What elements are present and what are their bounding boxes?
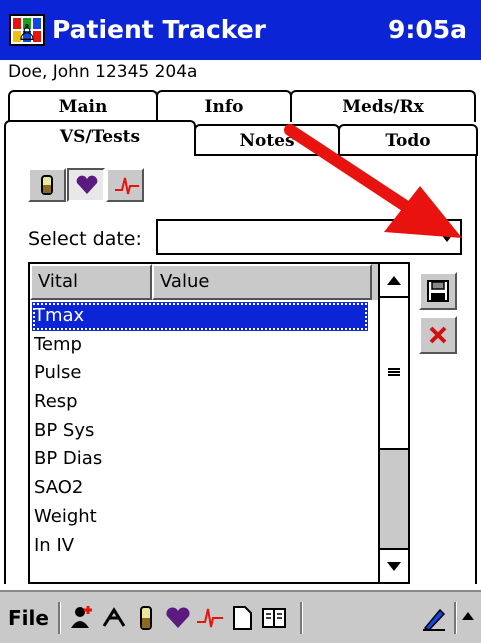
vitals-list: Tmax Temp Pulse Resp BP Sys BP Dias SAO2… <box>30 302 376 560</box>
app-logo-icon[interactable]: ♙ <box>9 12 45 48</box>
select-date-label: Select date: <box>28 228 142 250</box>
date-dropdown[interactable] <box>156 219 462 255</box>
command-bar: File <box>0 590 481 643</box>
table-row[interactable]: BP Dias <box>30 445 376 474</box>
test-tube-icon[interactable] <box>132 604 160 632</box>
tab-notes[interactable]: Notes <box>194 124 340 156</box>
arrow-down-icon <box>387 562 401 571</box>
table-row[interactable]: Weight <box>30 503 376 532</box>
vitals-category-button[interactable] <box>67 168 105 202</box>
tab-label: Main <box>58 97 108 117</box>
delete-button[interactable] <box>419 316 457 354</box>
table-row[interactable]: BP Sys <box>30 417 376 446</box>
heart-icon <box>76 175 98 194</box>
table-row[interactable]: Resp <box>30 388 376 417</box>
separator <box>58 602 61 634</box>
scroll-down-button[interactable] <box>380 548 408 582</box>
separator <box>300 602 303 634</box>
ekg-category-button[interactable] <box>106 168 144 202</box>
dropdown-arrow-icon[interactable] <box>440 233 454 242</box>
add-patient-icon[interactable] <box>68 604 96 632</box>
column-header-vital[interactable]: Vital <box>30 264 152 300</box>
table-row[interactable]: In IV <box>30 532 376 561</box>
grip-icon <box>388 368 400 376</box>
save-button[interactable] <box>419 272 457 310</box>
tab-info[interactable]: Info <box>156 90 292 122</box>
test-tube-icon <box>41 175 53 195</box>
ekg-icon[interactable] <box>196 604 224 632</box>
separator <box>454 602 457 634</box>
book-icon[interactable] <box>260 604 288 632</box>
title-bar: ♙ Patient Tracker 9:05a <box>0 0 481 60</box>
tab-label: VS/Tests <box>59 127 141 147</box>
svg-text:♙: ♙ <box>17 21 37 46</box>
tab-vs-tests[interactable]: VS/Tests <box>4 120 196 156</box>
table-row[interactable]: Pulse <box>30 359 376 388</box>
file-menu[interactable]: File <box>8 606 49 630</box>
save-disk-icon <box>427 280 449 302</box>
ekg-icon <box>115 177 139 195</box>
tab-label: Info <box>204 97 244 117</box>
table-row[interactable]: Temp <box>30 331 376 360</box>
procedure-icon[interactable] <box>100 604 128 632</box>
clock[interactable]: 9:05a <box>388 12 467 48</box>
table-row[interactable]: SAO2 <box>30 474 376 503</box>
app-title: Patient Tracker <box>52 15 267 44</box>
heart-icon[interactable] <box>164 604 192 632</box>
tab-main[interactable]: Main <box>8 90 158 122</box>
arrow-up-icon <box>387 276 401 285</box>
pen-input-icon[interactable] <box>420 604 448 632</box>
tab-meds-rx[interactable]: Meds/Rx <box>290 90 476 122</box>
scroll-up-button[interactable] <box>380 264 408 298</box>
scroll-thumb[interactable] <box>380 298 408 450</box>
vertical-scrollbar[interactable] <box>378 264 408 582</box>
new-document-icon[interactable] <box>228 604 256 632</box>
grid-header: Vital Value <box>30 264 380 300</box>
input-menu-arrow-icon[interactable] <box>459 604 477 632</box>
tab-label: Todo <box>385 131 431 151</box>
tests-category-button[interactable] <box>28 168 66 202</box>
tab-label: Meds/Rx <box>342 97 424 117</box>
patient-info: Doe, John 12345 204a <box>8 62 198 82</box>
tab-label: Notes <box>239 131 295 151</box>
column-header-value[interactable]: Value <box>152 264 372 300</box>
delete-x-icon <box>429 326 447 344</box>
vitals-grid[interactable]: Vital Value Tmax Temp Pulse Resp BP Sys … <box>28 262 410 584</box>
table-row[interactable]: Tmax <box>32 302 368 331</box>
tab-todo[interactable]: Todo <box>338 124 478 156</box>
